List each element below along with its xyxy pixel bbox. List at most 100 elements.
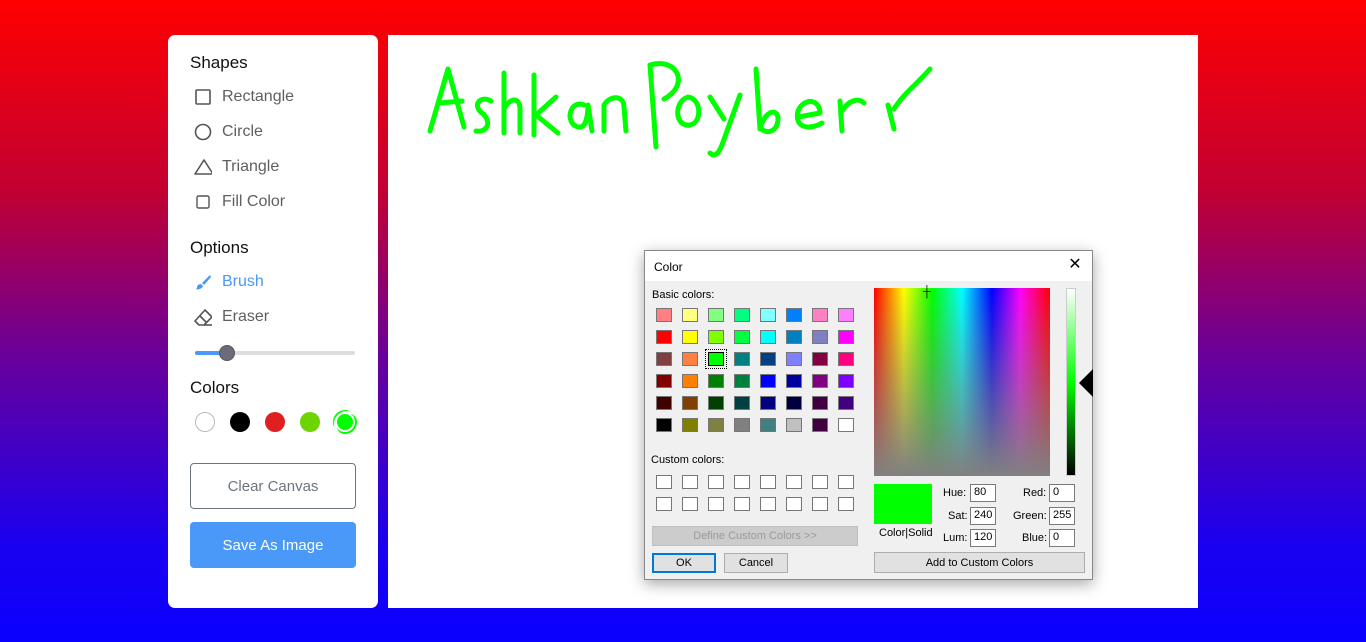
custom-color-cell[interactable] [760, 475, 776, 489]
basic-color-cell[interactable] [734, 330, 750, 344]
basic-color-cell[interactable] [838, 396, 854, 410]
basic-color-cell[interactable] [682, 308, 698, 322]
basic-color-cell[interactable] [760, 308, 776, 322]
add-custom-colors-button[interactable]: Add to Custom Colors [874, 552, 1085, 573]
basic-color-cell[interactable] [812, 418, 828, 432]
custom-color-cell[interactable] [682, 497, 698, 511]
color-spectrum[interactable] [874, 288, 1050, 476]
basic-color-cell[interactable] [656, 418, 672, 432]
options-title: Options [190, 238, 249, 257]
basic-color-cell[interactable] [734, 352, 750, 366]
square-icon [194, 88, 212, 106]
blue-field[interactable]: 0 [1049, 529, 1075, 547]
brush-option[interactable]: Brush [194, 273, 264, 291]
basic-color-cell[interactable] [812, 374, 828, 388]
basic-color-cell[interactable] [734, 374, 750, 388]
basic-color-cell[interactable] [708, 374, 724, 388]
basic-color-cell[interactable] [786, 308, 802, 322]
basic-color-cell[interactable] [812, 308, 828, 322]
custom-color-cell[interactable] [734, 497, 750, 511]
custom-color-cell[interactable] [786, 497, 802, 511]
basic-color-cell[interactable] [838, 374, 854, 388]
slider-handle[interactable] [219, 345, 235, 361]
brush-label: Brush [222, 273, 264, 290]
basic-color-cell[interactable] [760, 352, 776, 366]
basic-color-cell[interactable] [838, 352, 854, 366]
color-swatch[interactable] [300, 412, 320, 432]
basic-color-cell[interactable] [708, 308, 724, 322]
basic-color-cell[interactable] [812, 352, 828, 366]
brush-icon [194, 273, 212, 291]
basic-color-cell[interactable] [708, 330, 724, 344]
color-swatch[interactable] [195, 412, 215, 432]
close-icon[interactable]: ✕ [1066, 256, 1084, 274]
basic-color-cell[interactable] [760, 330, 776, 344]
basic-color-cell[interactable] [760, 374, 776, 388]
custom-color-cell[interactable] [838, 475, 854, 489]
basic-color-cell[interactable] [734, 396, 750, 410]
basic-color-cell[interactable] [656, 330, 672, 344]
basic-color-cell[interactable] [786, 352, 802, 366]
color-swatch[interactable] [230, 412, 250, 432]
basic-color-cell[interactable] [838, 308, 854, 322]
clear-canvas-button[interactable]: Clear Canvas [190, 463, 356, 509]
lum-field[interactable]: 120 [970, 529, 996, 547]
basic-color-cell[interactable] [812, 396, 828, 410]
brush-size-slider[interactable] [195, 345, 355, 361]
custom-color-cell[interactable] [786, 475, 802, 489]
color-swatch[interactable] [334, 411, 360, 437]
basic-color-cell[interactable] [656, 352, 672, 366]
basic-color-cell[interactable] [786, 374, 802, 388]
fill-color-option[interactable]: Fill Color [194, 193, 285, 211]
sat-field[interactable]: 240 [970, 507, 996, 525]
custom-color-cell[interactable] [812, 475, 828, 489]
luminance-bar[interactable] [1066, 288, 1076, 476]
basic-color-cell[interactable] [708, 418, 724, 432]
basic-color-cell[interactable] [656, 374, 672, 388]
custom-color-cell[interactable] [760, 497, 776, 511]
basic-color-cell[interactable] [760, 418, 776, 432]
green-label: Green: [1013, 510, 1047, 522]
red-field[interactable]: 0 [1049, 484, 1075, 502]
ok-button[interactable]: OK [652, 553, 716, 573]
basic-color-cell[interactable] [682, 330, 698, 344]
colors-title: Colors [190, 378, 240, 397]
green-field[interactable]: 255 [1049, 507, 1075, 525]
basic-color-cell[interactable] [734, 418, 750, 432]
custom-color-cell[interactable] [708, 497, 724, 511]
custom-color-cell[interactable] [656, 475, 672, 489]
basic-color-cell[interactable] [838, 330, 854, 344]
basic-color-cell[interactable] [734, 308, 750, 322]
custom-color-cell[interactable] [682, 475, 698, 489]
shape-triangle[interactable]: Triangle [194, 158, 279, 176]
basic-color-cell[interactable] [656, 396, 672, 410]
checkbox-icon[interactable] [194, 193, 212, 211]
custom-color-cell[interactable] [708, 475, 724, 489]
eraser-option[interactable]: Eraser [194, 308, 269, 326]
basic-color-cell[interactable] [682, 374, 698, 388]
basic-color-cell[interactable] [682, 396, 698, 410]
basic-color-cell[interactable] [786, 396, 802, 410]
basic-color-cell[interactable] [656, 308, 672, 322]
basic-color-cell[interactable] [812, 330, 828, 344]
color-swatch[interactable] [265, 412, 285, 432]
basic-color-cell[interactable] [786, 418, 802, 432]
custom-color-cell[interactable] [838, 497, 854, 511]
shape-triangle-label: Triangle [222, 158, 280, 175]
cancel-button[interactable]: Cancel [724, 553, 788, 573]
shape-rectangle[interactable]: Rectangle [194, 88, 294, 106]
basic-color-cell[interactable] [786, 330, 802, 344]
basic-color-cell[interactable] [705, 349, 727, 369]
basic-color-cell[interactable] [708, 396, 724, 410]
hue-field[interactable]: 80 [970, 484, 996, 502]
save-image-button[interactable]: Save As Image [190, 522, 356, 568]
custom-color-cell[interactable] [734, 475, 750, 489]
luminance-arrow-icon[interactable] [1079, 369, 1093, 397]
basic-color-cell[interactable] [682, 352, 698, 366]
basic-color-cell[interactable] [682, 418, 698, 432]
basic-color-cell[interactable] [760, 396, 776, 410]
shape-circle[interactable]: Circle [194, 123, 263, 141]
custom-color-cell[interactable] [656, 497, 672, 511]
basic-color-cell[interactable] [838, 418, 854, 432]
custom-color-cell[interactable] [812, 497, 828, 511]
